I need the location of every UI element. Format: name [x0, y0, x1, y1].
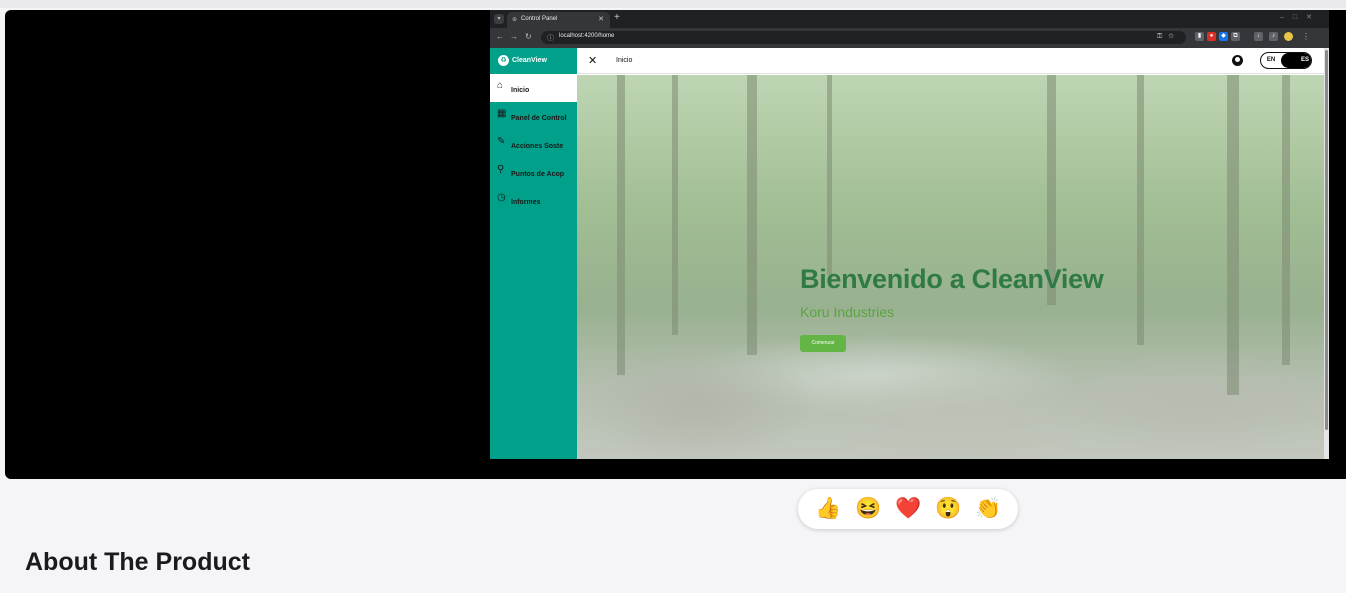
tab-search-icon[interactable]: ▾ — [494, 14, 504, 24]
hero-title: Bienvenido a CleanView — [800, 264, 1104, 294]
close-menu-icon[interactable]: ✕ — [588, 54, 597, 67]
media-icon[interactable]: ♪ — [1269, 32, 1278, 41]
url-field[interactable]: ⓘ localhost:4200/home ⚿☆ — [541, 31, 1186, 44]
download-icon[interactable]: ↓ — [1254, 32, 1263, 41]
section-title: About The Product — [25, 548, 250, 576]
browser-tab[interactable]: ⊕ Control Panel ✕ — [507, 12, 610, 28]
thumbs-up-reaction-icon[interactable]: 👍 — [815, 497, 841, 521]
hero-subtitle: Koru Industries — [800, 304, 895, 320]
window-controls[interactable]: –□✕ — [1280, 13, 1321, 21]
browser-window: ▾ ⊕ Control Panel ✕ + –□✕ ← → ↻ ⓘ localh… — [490, 10, 1329, 459]
new-tab-icon[interactable]: + — [614, 12, 620, 23]
page-scrollbar[interactable] — [1324, 48, 1329, 459]
astonished-reaction-icon[interactable]: 😲 — [935, 497, 961, 521]
sidebar-item-label: Panel de Control — [511, 115, 567, 122]
dashboard-icon: ▦ — [497, 108, 507, 119]
user-account-icon[interactable] — [1232, 55, 1243, 66]
tab-favicon-icon: ⊕ — [512, 17, 518, 23]
clapping-reaction-icon[interactable]: 👏 — [975, 497, 1001, 521]
top-strip — [0, 0, 1346, 8]
tab-close-icon[interactable]: ✕ — [598, 15, 604, 23]
web-app: ♻ CleanView ⌂ Inicio ▦ Panel de Control … — [490, 48, 1329, 459]
video-player[interactable]: ▾ ⊕ Control Panel ✕ + –□✕ ← → ↻ ⓘ localh… — [5, 10, 1346, 479]
back-icon[interactable]: ← — [496, 32, 504, 41]
extension-icon[interactable]: ▮ — [1195, 32, 1204, 41]
laughing-reaction-icon[interactable]: 😆 — [855, 497, 881, 521]
sidebar-item-panel-de-control[interactable]: ▦ Panel de Control — [490, 102, 577, 130]
forward-icon[interactable]: → — [510, 32, 518, 41]
browser-tab-bar: ▾ ⊕ Control Panel ✕ + –□✕ — [490, 10, 1329, 28]
heart-reaction-icon[interactable]: ❤️ — [895, 497, 921, 521]
recycle-logo-icon: ♻ — [498, 55, 509, 66]
sidebar-item-acciones[interactable]: ✎ Acciones Soste — [490, 130, 577, 158]
extension-icon[interactable]: ● — [1207, 32, 1216, 41]
edit-icon: ✎ — [497, 136, 506, 147]
breadcrumb: Inicio — [616, 57, 633, 64]
profile-avatar-icon[interactable] — [1284, 32, 1293, 41]
brand-name: CleanView — [512, 57, 547, 64]
sidebar-item-inicio[interactable]: ⌂ Inicio — [490, 74, 577, 102]
hero-section: Bienvenido a CleanView Koru Industries C… — [577, 75, 1324, 459]
sidebar-item-label: Informes — [511, 199, 541, 206]
language-option-es[interactable]: ES — [1281, 53, 1311, 68]
sidebar-item-label: Acciones Soste — [511, 143, 564, 150]
home-icon: ⌂ — [497, 80, 504, 91]
sidebar: ♻ CleanView ⌂ Inicio ▦ Panel de Control … — [490, 48, 577, 459]
sidebar-item-informes[interactable]: ◷ Informes — [490, 186, 577, 214]
sidebar-item-label: Inicio — [511, 87, 530, 94]
reaction-bar: 👍 😆 ❤️ 😲 👏 — [798, 489, 1018, 529]
site-info-icon[interactable]: ⓘ — [547, 33, 554, 43]
start-button[interactable]: Comenzar — [800, 335, 846, 352]
reload-icon[interactable]: ↻ — [525, 32, 532, 41]
sidebar-item-label: Puntos de Acop — [511, 171, 565, 178]
url-text: localhost:4200/home — [559, 33, 615, 39]
location-icon: ⚲ — [497, 164, 505, 175]
language-toggle[interactable]: EN ES — [1260, 52, 1312, 69]
extensions-menu-icon[interactable]: ⧉ — [1231, 32, 1240, 41]
browser-menu-icon[interactable]: ⋮ — [1302, 32, 1310, 41]
address-bar: ← → ↻ ⓘ localhost:4200/home ⚿☆ ▮ ● ◆ ⧉ ↓… — [490, 28, 1329, 48]
app-topbar: ✕ Inicio EN ES — [577, 48, 1324, 74]
scrollbar-thumb[interactable] — [1325, 50, 1328, 430]
language-option-en[interactable]: EN — [1261, 53, 1281, 68]
url-actions-icon[interactable]: ⚿☆ — [1157, 33, 1180, 41]
clock-icon: ◷ — [497, 192, 506, 203]
tab-title: Control Panel — [521, 16, 558, 22]
extension-icon[interactable]: ◆ — [1219, 32, 1228, 41]
sidebar-item-puntos[interactable]: ⚲ Puntos de Acop — [490, 158, 577, 186]
brand[interactable]: ♻ CleanView — [490, 48, 577, 74]
